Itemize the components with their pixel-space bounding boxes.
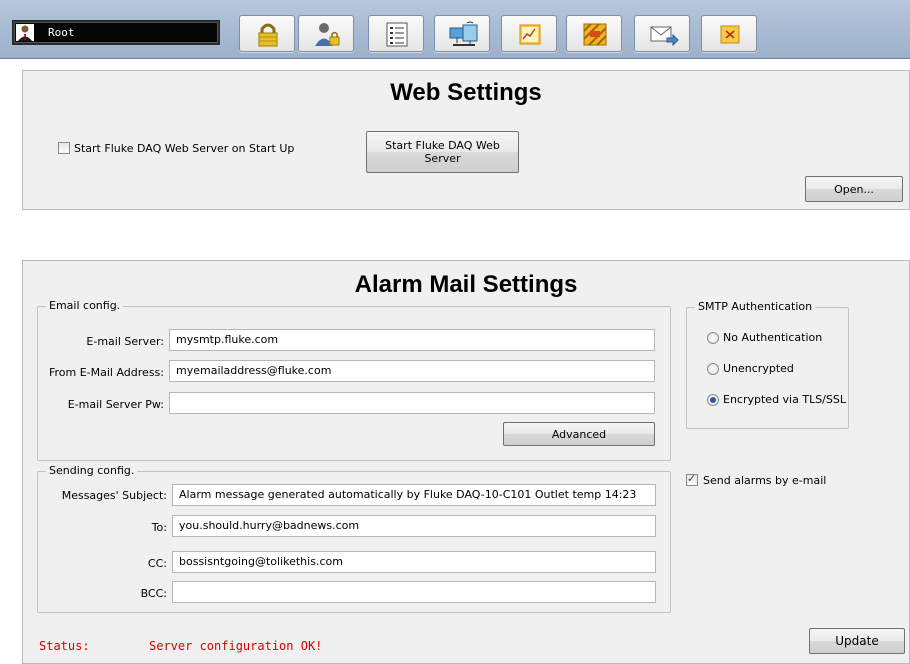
- close-icon: [720, 25, 740, 44]
- bcc-input[interactable]: [172, 581, 656, 603]
- messages-subject-label: Messages' Subject:: [61, 489, 167, 502]
- warning-sign-icon: [583, 23, 607, 46]
- cc-input[interactable]: bossisntgoing@tolikethis.com: [172, 551, 656, 573]
- list-icon: [386, 22, 408, 47]
- email-server-label: E-mail Server:: [86, 335, 164, 348]
- web-server-startup-checkbox[interactable]: [58, 142, 70, 154]
- radio-unencrypted-label: Unencrypted: [723, 362, 794, 375]
- bcc-label: BCC:: [140, 587, 167, 600]
- radio-unencrypted[interactable]: [707, 363, 719, 375]
- user-box: Root: [12, 20, 220, 45]
- user-security-button[interactable]: [298, 15, 354, 52]
- mail-send-button[interactable]: [634, 15, 690, 52]
- sending-config-legend: Sending config.: [46, 464, 138, 477]
- lock-button[interactable]: [239, 15, 295, 52]
- sending-config-group: Sending config. Messages' Subject: Alarm…: [37, 464, 671, 613]
- alarm-mail-settings-panel: Alarm Mail Settings Email config. E-mail…: [22, 260, 910, 664]
- advanced-button[interactable]: Advanced: [503, 422, 655, 446]
- warning-sign-button[interactable]: [566, 15, 622, 52]
- update-button[interactable]: Update: [809, 628, 905, 654]
- email-config-legend: Email config.: [46, 299, 124, 312]
- from-email-label: From E-Mail Address:: [48, 366, 164, 379]
- chart-icon: [519, 24, 541, 45]
- email-config-group: Email config. E-mail Server: mysmtp.fluk…: [37, 299, 671, 461]
- email-server-input[interactable]: mysmtp.fluke.com: [169, 329, 655, 351]
- status-text: Server configuration OK!: [149, 639, 323, 653]
- mail-send-icon: [650, 26, 679, 47]
- messages-subject-input[interactable]: Alarm message generated automatically by…: [172, 484, 656, 506]
- web-settings-title: Web Settings: [390, 79, 542, 106]
- web-server-startup-label: Start Fluke DAQ Web Server on Start Up: [74, 142, 295, 155]
- top-toolbar: Root: [0, 0, 910, 59]
- send-alarms-label: Send alarms by e-mail: [703, 474, 827, 487]
- cc-label: CC:: [147, 557, 167, 570]
- from-email-input[interactable]: myemailaddress@fluke.com: [169, 360, 655, 382]
- close-button[interactable]: [701, 15, 757, 52]
- radio-encrypted-tls-ssl-label: Encrypted via TLS/SSL: [723, 393, 846, 406]
- send-alarms-checkbox[interactable]: [686, 472, 698, 486]
- radio-encrypted-tls-ssl[interactable]: [707, 394, 719, 406]
- alarm-mail-settings-title: Alarm Mail Settings: [354, 271, 578, 298]
- radio-no-authentication-label: No Authentication: [723, 331, 823, 344]
- list-button[interactable]: [368, 15, 424, 52]
- lock-icon: [258, 23, 278, 47]
- email-server-pw-label: E-mail Server Pw:: [67, 398, 164, 411]
- start-web-server-button[interactable]: Start Fluke DAQ Web Server: [366, 131, 519, 173]
- status-label: Status:: [39, 639, 90, 653]
- network-icon: [449, 21, 478, 46]
- network-button[interactable]: [434, 15, 490, 52]
- email-server-pw-input[interactable]: [169, 392, 655, 414]
- web-settings-panel: Web Settings Start Fluke DAQ Web Server …: [22, 70, 910, 210]
- to-input[interactable]: you.should.hurry@badnews.com: [172, 515, 656, 537]
- smtp-authentication-group: SMTP Authentication No Authentication Un…: [686, 300, 849, 429]
- radio-no-authentication[interactable]: [707, 332, 719, 344]
- user-name: Root: [48, 26, 75, 39]
- user-avatar-icon: [16, 24, 34, 41]
- user-security-icon: [315, 23, 340, 46]
- to-label: To:: [151, 521, 167, 534]
- smtp-authentication-legend: SMTP Authentication: [695, 300, 816, 313]
- chart-button[interactable]: [501, 15, 557, 52]
- open-button[interactable]: Open...: [805, 176, 903, 202]
